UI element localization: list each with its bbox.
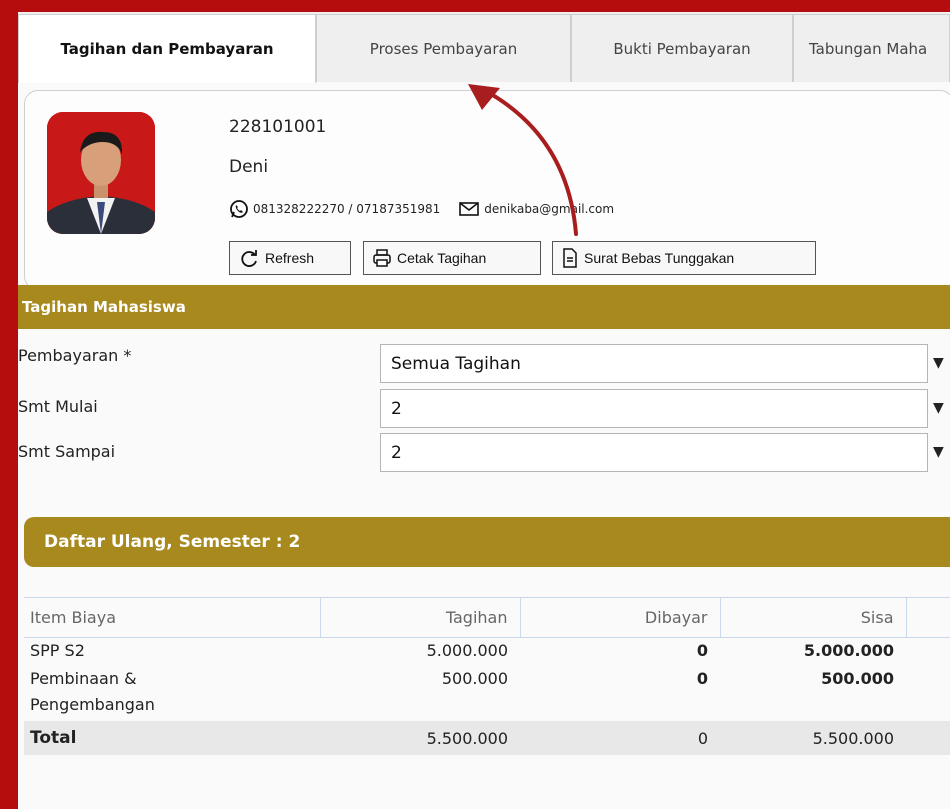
refresh-label: Refresh <box>265 250 315 266</box>
debt-free-letter-button[interactable]: Surat Bebas Tunggakan <box>552 241 816 275</box>
row-tagihan: 500.000 <box>441 669 508 688</box>
caret-down-icon[interactable]: ▼ <box>933 355 944 371</box>
end-semester-select[interactable]: 2 <box>380 433 928 472</box>
row-item: SPP S2 <box>30 641 85 660</box>
group-header-daftar-ulang: Daftar Ulang, Semester : 2 <box>24 517 950 567</box>
caret-down-icon[interactable]: ▼ <box>933 400 944 416</box>
whatsapp-icon <box>230 200 248 218</box>
row-dibayar: 0 <box>696 669 708 688</box>
total-dibayar: 0 <box>520 721 720 755</box>
student-id: 228101001 <box>229 117 327 137</box>
table-row: SPP S2 5.000.000 0 5.000.000 <box>24 638 950 664</box>
document-icon <box>563 248 577 268</box>
profile-photo <box>47 112 155 234</box>
end-semester-label: Smt Sampai <box>18 442 116 461</box>
tab-tabungan[interactable]: Tabungan Maha <box>793 14 950 82</box>
main-panel: Tagihan dan Pembayaran Proses Pembayaran… <box>18 12 950 809</box>
table-row: Pembinaan & Pengembangan 500.000 0 500.0… <box>24 663 950 721</box>
section-header-tagihan: Tagihan Mahasiswa <box>18 285 950 329</box>
student-name: Deni <box>229 157 269 177</box>
row-item-line1: Pembinaan & <box>30 669 137 688</box>
tab-tagihan-dan-pembayaran[interactable]: Tagihan dan Pembayaran <box>18 14 316 83</box>
billing-table: Item Biaya Tagihan Dibayar Sisa SPP S2 5… <box>24 597 950 755</box>
refresh-icon <box>241 250 257 267</box>
person-photo-icon <box>47 112 155 234</box>
row-sisa: 5.000.000 <box>803 641 894 660</box>
tab-bukti-pembayaran[interactable]: Bukti Pembayaran <box>571 14 793 82</box>
row-extra <box>906 663 950 721</box>
col-dibayar[interactable]: Dibayar <box>520 597 721 638</box>
col-extra <box>906 597 950 638</box>
payment-select[interactable]: Semua Tagihan <box>380 344 928 383</box>
print-bill-label: Cetak Tagihan <box>397 250 487 266</box>
red-frame <box>0 0 18 809</box>
row-extra <box>906 721 950 755</box>
total-tagihan: 5.500.000 <box>320 721 520 755</box>
row-sisa: 500.000 <box>821 669 894 688</box>
debt-free-letter-label: Surat Bebas Tunggakan <box>584 250 735 266</box>
print-bill-button[interactable]: Cetak Tagihan <box>363 241 541 275</box>
row-tagihan: 5.000.000 <box>426 641 508 660</box>
caret-down-icon[interactable]: ▼ <box>933 444 944 460</box>
col-item-biaya[interactable]: Item Biaya <box>24 597 321 638</box>
tab-bar: Tagihan dan Pembayaran Proses Pembayaran… <box>18 12 950 83</box>
row-dibayar: 0 <box>696 641 708 660</box>
row-item-line2: Pengembangan <box>30 695 155 714</box>
printer-icon <box>373 249 391 267</box>
total-sisa: 5.500.000 <box>720 721 906 755</box>
curved-arrow-icon <box>468 84 578 236</box>
total-row: Total 5.500.000 0 5.500.000 <box>24 721 950 755</box>
row-extra <box>906 638 950 664</box>
refresh-button[interactable]: Refresh <box>229 241 351 275</box>
col-sisa[interactable]: Sisa <box>720 597 907 638</box>
tab-proses-pembayaran[interactable]: Proses Pembayaran <box>316 14 571 82</box>
phone-numbers: 081328222270 / 07187351981 <box>253 202 441 216</box>
row-item: Pembinaan & Pengembangan <box>24 663 320 721</box>
start-semester-select[interactable]: 2 <box>380 389 928 428</box>
col-tagihan[interactable]: Tagihan <box>320 597 521 638</box>
payment-label: Pembayaran * <box>18 346 132 365</box>
start-semester-label: Smt Mulai <box>18 397 98 416</box>
total-label: Total <box>24 721 320 755</box>
